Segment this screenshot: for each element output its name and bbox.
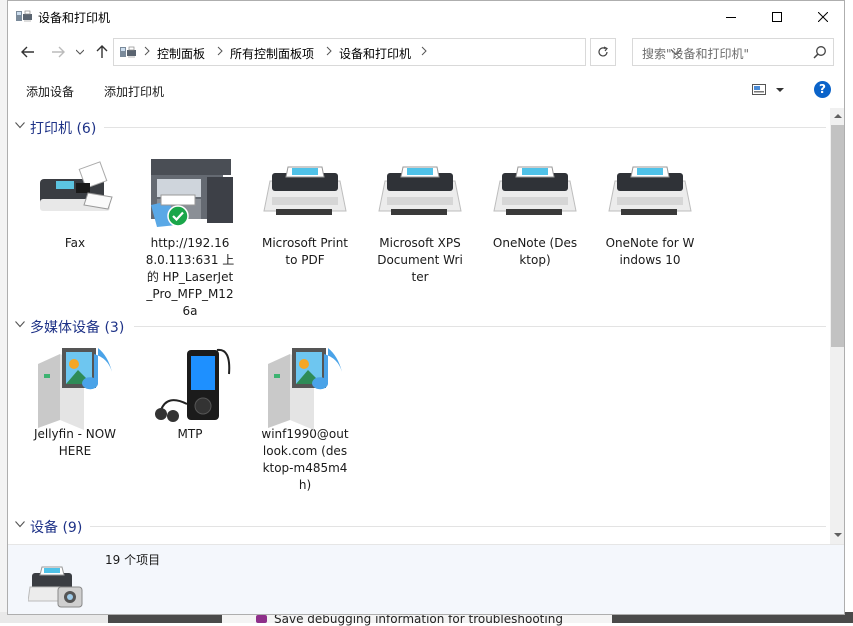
search-placeholder: 搜索"设备和打印机" bbox=[642, 47, 750, 61]
maximize-button[interactable] bbox=[754, 1, 800, 32]
device-item-hp-laserjet[interactable]: http://192.168.0.113:631 上的 HP_LaserJet_… bbox=[140, 153, 240, 320]
group-title: 设备 (9) bbox=[30, 520, 83, 536]
chevron-down-icon bbox=[15, 122, 25, 129]
chevron-down-icon bbox=[76, 49, 84, 55]
devices-printers-icon bbox=[16, 10, 32, 22]
breadcrumb-separator-icon bbox=[144, 46, 150, 56]
items-view: 打印机 (6) Fax http://192.168.0.113:631 上的 … bbox=[8, 108, 830, 544]
printer-icon bbox=[262, 153, 348, 229]
address-bar[interactable]: 控制面板 所有控制面板项 设备和打印机 bbox=[113, 38, 681, 66]
breadcrumb-control-panel[interactable]: 控制面板 bbox=[157, 45, 205, 62]
fax-icon bbox=[32, 153, 118, 229]
device-item-onenote-desktop[interactable]: OneNote (Desktop) bbox=[485, 153, 585, 269]
group-title: 打印机 (6) bbox=[30, 121, 97, 137]
device-item-jellyfin[interactable]: Jellyfin - NOWHERE bbox=[25, 344, 125, 460]
help-button[interactable]: ? bbox=[814, 81, 831, 98]
window-title: 设备和打印机 bbox=[38, 11, 111, 25]
item-count: 19 个项目 bbox=[105, 553, 161, 567]
change-view-button[interactable] bbox=[752, 83, 786, 97]
devices-and-printers-window: 设备和打印机 控制面板 所有控制面板项 设备和打印机 搜索"设备和打印机" 添加… bbox=[7, 0, 845, 615]
view-options-icon bbox=[752, 84, 784, 95]
maximize-icon bbox=[772, 11, 782, 22]
device-label: Jellyfin - NOWHERE bbox=[33, 427, 117, 458]
command-bar: 添加设备 添加打印机 bbox=[8, 74, 844, 106]
media-server-icon bbox=[32, 344, 118, 430]
forward-button[interactable] bbox=[46, 40, 70, 64]
device-label: Microsoft XPS Document Writer bbox=[377, 236, 463, 284]
vertical-scrollbar[interactable] bbox=[830, 108, 844, 544]
details-pane: 19 个项目 bbox=[8, 544, 844, 614]
control-panel-icon bbox=[120, 46, 136, 58]
group-divider bbox=[90, 526, 826, 527]
printer-icon bbox=[377, 153, 463, 229]
search-box[interactable]: 搜索"设备和打印机" bbox=[632, 38, 834, 66]
arrow-up-icon bbox=[96, 45, 108, 58]
breadcrumb-devices-and-printers[interactable]: 设备和打印机 bbox=[339, 45, 411, 62]
scroll-down-icon[interactable] bbox=[834, 532, 842, 540]
close-icon bbox=[818, 11, 828, 22]
group-divider bbox=[104, 127, 826, 128]
device-label: Fax bbox=[64, 236, 86, 250]
devices-printers-large-icon bbox=[28, 566, 83, 608]
close-button[interactable] bbox=[800, 1, 844, 32]
arrow-left-icon bbox=[21, 46, 34, 58]
device-label: http://192.168.0.113:631 上的 HP_LaserJet_… bbox=[145, 236, 235, 318]
add-device-button[interactable]: 添加设备 bbox=[26, 83, 74, 100]
breadcrumb-separator-icon bbox=[421, 46, 427, 56]
device-label: Microsoft Print to PDF bbox=[261, 236, 349, 267]
printer-icon bbox=[607, 153, 693, 229]
device-label: OneNote (Desktop) bbox=[492, 236, 578, 267]
back-button[interactable] bbox=[16, 40, 40, 64]
group-title: 多媒体设备 (3) bbox=[30, 320, 125, 336]
group-header-devices[interactable]: 设备 (9) bbox=[8, 515, 830, 537]
recent-locations-button[interactable] bbox=[72, 40, 88, 64]
device-label: OneNote for Windows 10 bbox=[605, 236, 695, 267]
search-icon bbox=[813, 46, 826, 59]
breadcrumb-all-control-panel-items[interactable]: 所有控制面板项 bbox=[230, 45, 314, 62]
add-printer-button[interactable]: 添加打印机 bbox=[104, 83, 164, 100]
device-item-microsoft-xps-document-writer[interactable]: Microsoft XPS Document Writer bbox=[370, 153, 470, 286]
arrow-right-icon bbox=[52, 46, 65, 58]
device-item-fax[interactable]: Fax bbox=[25, 153, 125, 252]
multifunction-printer-icon bbox=[147, 153, 233, 229]
minimize-button[interactable] bbox=[708, 1, 754, 32]
refresh-icon bbox=[598, 46, 608, 57]
chevron-down-icon bbox=[15, 521, 25, 528]
device-item-winf1990[interactable]: winf1990@outlook.com (desktop-m485m4h) bbox=[255, 344, 355, 494]
device-item-microsoft-print-to-pdf[interactable]: Microsoft Print to PDF bbox=[255, 153, 355, 269]
device-item-mtp[interactable]: MTP bbox=[140, 344, 240, 443]
group-header-printers[interactable]: 打印机 (6) bbox=[8, 116, 830, 138]
breadcrumb-separator-icon bbox=[326, 46, 332, 56]
refresh-button[interactable] bbox=[590, 38, 616, 66]
group-divider bbox=[134, 326, 826, 327]
media-server-icon bbox=[262, 344, 348, 430]
printer-icon bbox=[492, 153, 578, 229]
scrollbar-thumb[interactable] bbox=[831, 125, 844, 347]
up-button[interactable] bbox=[90, 40, 114, 64]
minimize-icon bbox=[726, 16, 736, 18]
default-printer-check-icon bbox=[167, 205, 189, 227]
scroll-up-icon[interactable] bbox=[834, 113, 842, 121]
chevron-down-icon bbox=[15, 321, 25, 328]
media-player-icon bbox=[147, 344, 233, 422]
device-item-onenote-for-windows-10[interactable]: OneNote for Windows 10 bbox=[600, 153, 700, 269]
breadcrumb-separator-icon bbox=[217, 46, 223, 56]
group-header-multimedia[interactable]: 多媒体设备 (3) bbox=[8, 315, 830, 337]
title-bar[interactable]: 设备和打印机 bbox=[8, 1, 844, 32]
background-checkbox bbox=[256, 615, 267, 623]
device-label: winf1990@outlook.com (desktop-m485m4h) bbox=[261, 427, 349, 492]
